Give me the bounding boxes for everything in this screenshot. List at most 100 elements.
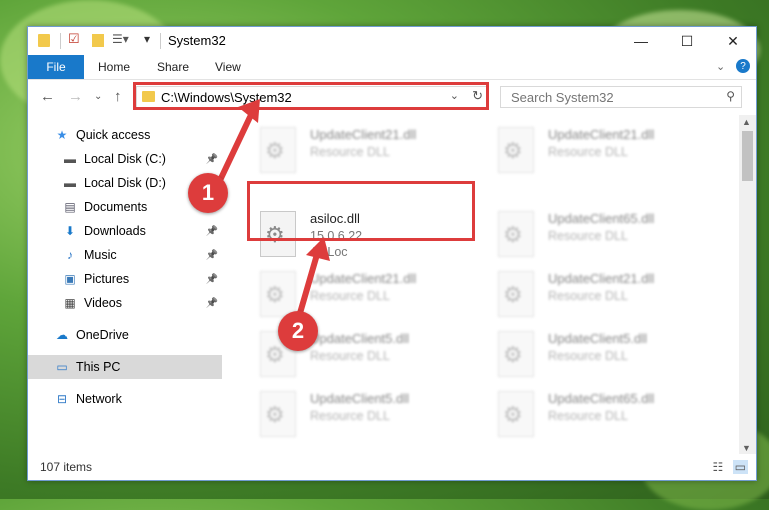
quick-access-dropdown-icon[interactable]: ▾ <box>144 32 150 48</box>
sidebar-item[interactable]: ▣ Pictures 📌 <box>28 267 222 291</box>
view-toggle: ☷ ▭ <box>713 460 748 474</box>
nav-onedrive[interactable]: ☁ OneDrive <box>28 323 222 347</box>
drive-icon: ▬ <box>64 176 76 190</box>
file-item[interactable]: ⚙ UpdateClient21.dll Resource DLL <box>490 121 720 181</box>
scroll-thumb[interactable] <box>742 131 753 181</box>
file-item[interactable]: ⚙ UpdateClient65.dll Resource DLL <box>490 385 720 445</box>
tab-share[interactable]: Share <box>157 55 189 79</box>
nav-label: OneDrive <box>76 328 129 342</box>
drive-icon: ▬ <box>64 152 76 166</box>
tab-view[interactable]: View <box>215 55 241 79</box>
explorer-window: ☑ ☰▾ ▾ System32 — ☐ ✕ File Home Share Vi… <box>27 26 757 481</box>
computer-icon: ▭ <box>56 360 68 374</box>
file-description: Resource DLL <box>310 289 390 303</box>
up-icon[interactable]: ↑ <box>114 88 122 105</box>
nav-quick-access[interactable]: ★ Quick access <box>28 123 222 147</box>
pin-icon[interactable]: 📌 <box>206 226 218 237</box>
sidebar-item-label: Downloads <box>84 224 146 238</box>
search-input[interactable] <box>509 89 713 106</box>
gear-icon: ⚙ <box>265 402 285 427</box>
sidebar-item[interactable]: ⬇ Downloads 📌 <box>28 219 222 243</box>
gear-icon: ⚙ <box>265 282 285 307</box>
file-description: Resource DLL <box>548 145 628 159</box>
file-name: UpdateClient5.dll <box>310 331 410 346</box>
callout-2: 2 <box>278 311 318 351</box>
pin-icon[interactable]: 📌 <box>206 154 218 165</box>
help-icon[interactable]: ? <box>736 59 750 73</box>
documents-icon: ▤ <box>64 200 76 214</box>
tab-file[interactable]: File <box>28 55 84 79</box>
gear-icon: ⚙ <box>503 138 523 163</box>
file-item[interactable]: ⚙ UpdateClient5.dll Resource DLL <box>490 325 720 385</box>
file-description: Resource DLL <box>548 289 628 303</box>
file-name: UpdateClient21.dll <box>548 127 655 142</box>
customize-toolbar-icon[interactable]: ☰▾ <box>112 32 129 48</box>
file-description: Resource DLL <box>310 409 390 423</box>
file-description: Resource DLL <box>548 229 628 243</box>
sidebar-item[interactable]: ▦ Videos 📌 <box>28 291 222 315</box>
search-box[interactable]: ⚲ <box>500 86 742 108</box>
file-name: UpdateClient5.dll <box>310 391 410 406</box>
large-icons-view-icon[interactable]: ▭ <box>732 460 748 474</box>
maximize-button[interactable]: ☐ <box>664 27 710 55</box>
pin-icon[interactable]: 📌 <box>206 250 218 261</box>
file-item[interactable]: ⚙ UpdateClient65.dll Resource DLL <box>490 205 720 265</box>
separator <box>60 33 61 49</box>
gear-icon: ⚙ <box>265 138 285 163</box>
properties-icon[interactable]: ☑ <box>68 31 80 47</box>
minimize-button[interactable]: — <box>618 27 664 55</box>
nav-network[interactable]: ⊟ Network <box>28 387 222 411</box>
dll-file-icon: ⚙ <box>260 391 296 437</box>
music-icon: ♪ <box>67 248 73 262</box>
gear-icon: ⚙ <box>503 342 523 367</box>
gear-icon: ⚙ <box>503 402 523 427</box>
sidebar-item-label: Documents <box>84 200 148 214</box>
file-item[interactable]: ⚙ UpdateClient5.dll Resource DLL <box>252 385 482 445</box>
ribbon-tabs: File Home Share View ⌄ ? <box>28 55 756 80</box>
pin-icon[interactable]: 📌 <box>206 298 218 309</box>
search-icon[interactable]: ⚲ <box>726 89 735 103</box>
address-highlight-box <box>133 82 489 110</box>
file-description: Resource DLL <box>310 145 390 159</box>
dll-file-icon: ⚙ <box>498 271 534 317</box>
pin-icon[interactable]: 📌 <box>206 274 218 285</box>
tab-home[interactable]: Home <box>98 55 130 79</box>
item-count: 107 items <box>40 460 93 474</box>
vertical-scrollbar[interactable]: ▲ ▼ <box>739 115 756 455</box>
nav-label: Network <box>76 392 122 406</box>
file-item[interactable]: ⚙ UpdateClient21.dll Resource DLL <box>490 265 720 325</box>
navigation-pane: ★ Quick access ▬ Local Disk (C:) 📌 ▬ Local D… <box>28 115 222 455</box>
gear-icon: ⚙ <box>503 282 523 307</box>
back-icon[interactable]: ← <box>40 88 55 105</box>
scroll-down-icon[interactable]: ▼ <box>742 443 751 453</box>
gear-icon: ⚙ <box>503 222 523 247</box>
file-item[interactable]: ⚙ UpdateClient21.dll Resource DLL <box>252 121 482 181</box>
file-highlight-box <box>247 181 475 241</box>
dll-file-icon: ⚙ <box>498 211 534 257</box>
sidebar-item-label: Videos <box>84 296 122 310</box>
dll-file-icon: ⚙ <box>498 391 534 437</box>
file-description: AsiLoc <box>310 245 348 259</box>
sidebar-item-label: Pictures <box>84 272 130 286</box>
sidebar-item[interactable]: ♪ Music 📌 <box>28 243 222 267</box>
sidebar-item[interactable]: ▬ Local Disk (C:) 📌 <box>28 147 222 171</box>
file-description: Resource DLL <box>548 349 628 363</box>
gear-icon: ⚙ <box>265 342 285 367</box>
nav-label: This PC <box>76 360 121 374</box>
close-button[interactable]: ✕ <box>710 27 756 55</box>
folder-icon[interactable] <box>38 34 50 47</box>
nav-this-pc[interactable]: ▭ This PC <box>28 355 222 379</box>
expand-ribbon-icon[interactable]: ⌄ <box>716 60 725 73</box>
status-bar: 107 items ☷ ▭ <box>28 454 756 480</box>
videos-icon: ▦ <box>64 296 76 310</box>
file-name: UpdateClient65.dll <box>548 211 655 226</box>
file-name: UpdateClient21.dll <box>310 271 417 286</box>
separator <box>160 33 161 49</box>
recent-locations-icon[interactable]: ⌄ <box>94 91 102 102</box>
dll-file-icon: ⚙ <box>260 127 296 173</box>
scroll-up-icon[interactable]: ▲ <box>742 117 751 127</box>
details-view-icon[interactable]: ☷ <box>713 460 724 474</box>
file-name: UpdateClient65.dll <box>548 391 655 406</box>
new-folder-icon[interactable] <box>92 34 104 47</box>
forward-icon[interactable]: → <box>68 88 83 105</box>
